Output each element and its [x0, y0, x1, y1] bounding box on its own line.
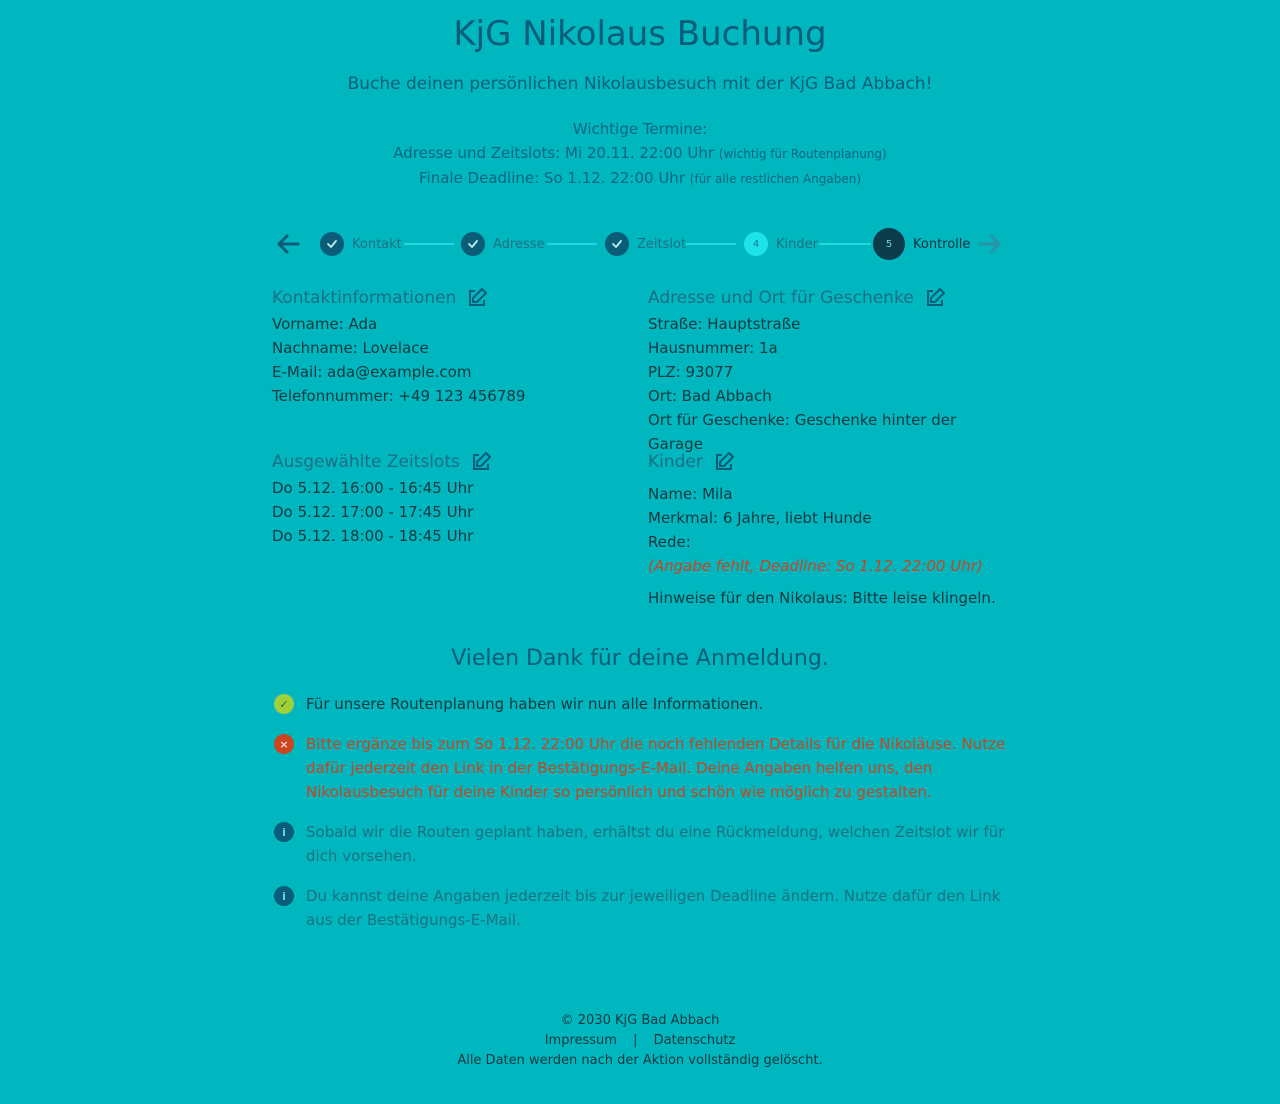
footer-note: Alle Daten werden nach der Aktion vollst…: [457, 1053, 823, 1068]
children-title: Kinder: [648, 452, 703, 472]
error-circle-icon: ×: [274, 734, 294, 754]
impressum-link[interactable]: Impressum: [545, 1033, 617, 1048]
step-connector: [404, 243, 454, 245]
address-title: Adresse und Ort für Geschenke: [648, 288, 914, 308]
edit-icon[interactable]: [466, 287, 488, 309]
message-info: i Sobald wir die Routen geplant haben, e…: [272, 820, 1008, 868]
slots-section: Ausgewählte Zeitslots Do 5.12. 16:00 - 1…: [272, 450, 632, 548]
message-text: Für unsere Routenplanung haben wir nun a…: [306, 695, 764, 713]
child-hints: Hinweise für den Nikolaus: Bitte leise k…: [648, 589, 996, 607]
message-success: ✓ Für unsere Routenplanung haben wir nun…: [272, 692, 1008, 716]
date1-note: (wichtig für Routenplanung): [718, 147, 887, 161]
address-section: Adresse und Ort für Geschenke Straße: Ha…: [648, 286, 1008, 456]
message-info: i Du kannst deine Angaben jederzeit bis …: [272, 884, 1008, 932]
contact-firstname: Vorname: Ada: [272, 315, 378, 333]
footer-links: Impressum | Datenschutz: [0, 1031, 1280, 1051]
thanks-heading: Vielen Dank für deine Anmeldung.: [451, 646, 829, 671]
date1-main: Adresse und Zeitslots: Mi 20.11. 22:00 U…: [393, 144, 714, 162]
contact-email: E-Mail: ada@example.com: [272, 363, 472, 381]
date-final-deadline: Finale Deadline: So 1.12. 22:00 Uhr (für…: [0, 166, 1280, 191]
info-circle-icon: i: [274, 822, 294, 842]
contact-lastname: Nachname: Lovelace: [272, 339, 429, 357]
page-title: KjG Nikolaus Buchung: [453, 14, 827, 54]
date-address-slots: Adresse und Zeitslots: Mi 20.11. 22:00 U…: [0, 141, 1280, 166]
step-connector: [819, 243, 871, 245]
step-zeitslot[interactable]: Zeitslot: [605, 230, 686, 258]
step-label: Kinder: [776, 236, 818, 252]
address-city: Ort: Bad Abbach: [648, 387, 772, 405]
step-connector: [686, 243, 736, 245]
arrow-left-icon[interactable]: [274, 230, 304, 258]
section-title: Ausgewählte Zeitslots: [272, 450, 632, 474]
message-text: Du kannst deine Angaben jederzeit bis zu…: [306, 887, 1001, 929]
slots-title: Ausgewählte Zeitslots: [272, 452, 460, 472]
step-adresse[interactable]: Adresse: [461, 230, 545, 258]
datenschutz-link[interactable]: Datenschutz: [654, 1033, 736, 1048]
child-speech-label: Rede:: [648, 533, 691, 551]
step-label: Kontakt: [352, 236, 402, 252]
address-gift-location: Ort für Geschenke: Geschenke hinter der …: [648, 411, 957, 453]
step-label: Adresse: [493, 236, 545, 252]
edit-icon[interactable]: [713, 451, 735, 473]
arrow-right-icon[interactable]: [976, 230, 1006, 258]
child-trait: Merkmal: 6 Jahre, liebt Hunde: [648, 509, 872, 527]
section-title: Adresse und Ort für Geschenke: [648, 286, 1008, 310]
footer-separator: |: [633, 1033, 638, 1048]
message-text: Sobald wir die Routen geplant haben, erh…: [306, 823, 1005, 865]
contact-title: Kontaktinformationen: [272, 288, 457, 308]
step-kontrolle[interactable]: 5 Kontrolle: [873, 228, 970, 260]
dates-heading: Wichtige Termine:: [572, 120, 708, 138]
slot-item: Do 5.12. 18:00 - 18:45 Uhr: [272, 527, 474, 545]
step-number: 5: [873, 228, 905, 260]
address-zip: PLZ: 93077: [648, 363, 734, 381]
step-label: Kontrolle: [913, 236, 971, 252]
child-speech-missing: (Angabe fehlt, Deadline: So 1.12. 22:00 …: [648, 557, 983, 575]
slot-item: Do 5.12. 17:00 - 17:45 Uhr: [272, 503, 474, 521]
step-number: 4: [744, 232, 768, 256]
check-icon: [461, 232, 485, 256]
slot-item: Do 5.12. 16:00 - 16:45 Uhr: [272, 479, 474, 497]
check-icon: [605, 232, 629, 256]
address-housenumber: Hausnummer: 1a: [648, 339, 778, 357]
date2-note: (für alle restlichen Angaben): [689, 172, 862, 186]
section-title: Kinder: [648, 450, 1008, 474]
edit-icon[interactable]: [924, 287, 946, 309]
check-circle-icon: ✓: [274, 694, 294, 714]
child-name: Name: Mila: [648, 485, 733, 503]
children-section: Kinder Name: Mila Merkmal: 6 Jahre, lieb…: [648, 450, 1008, 610]
important-dates: Wichtige Termine: Adresse und Zeitslots:…: [0, 117, 1280, 191]
check-icon: [320, 232, 344, 256]
footer-copyright: © 2030 KjG Bad Abbach: [560, 1013, 720, 1028]
step-label: Zeitslot: [637, 236, 687, 252]
contact-phone: Telefonnummer: +49 123 456789: [272, 387, 526, 405]
step-connector: [547, 243, 597, 245]
step-kinder[interactable]: 4 Kinder: [744, 230, 818, 258]
date2-main: Finale Deadline: So 1.12. 22:00 Uhr: [418, 169, 685, 187]
page-subtitle: Buche deinen persönlichen Nikolausbesuch…: [347, 74, 933, 94]
contact-section: Kontaktinformationen Vorname: Ada Nachna…: [272, 286, 632, 408]
info-circle-icon: i: [274, 886, 294, 906]
edit-icon[interactable]: [470, 451, 492, 473]
footer: © 2030 KjG Bad Abbach Impressum | Datens…: [0, 1011, 1280, 1071]
address-street: Straße: Hauptstraße: [648, 315, 801, 333]
section-title: Kontaktinformationen: [272, 286, 632, 310]
step-kontakt[interactable]: Kontakt: [320, 230, 402, 258]
message-error: × Bitte ergänze bis zum So 1.12. 22:00 U…: [272, 732, 1008, 804]
progress-stepper: Kontakt Adresse Zeitslot 4 Kinder 5 Kont…: [272, 228, 1008, 260]
message-text: Bitte ergänze bis zum So 1.12. 22:00 Uhr…: [306, 735, 1006, 801]
